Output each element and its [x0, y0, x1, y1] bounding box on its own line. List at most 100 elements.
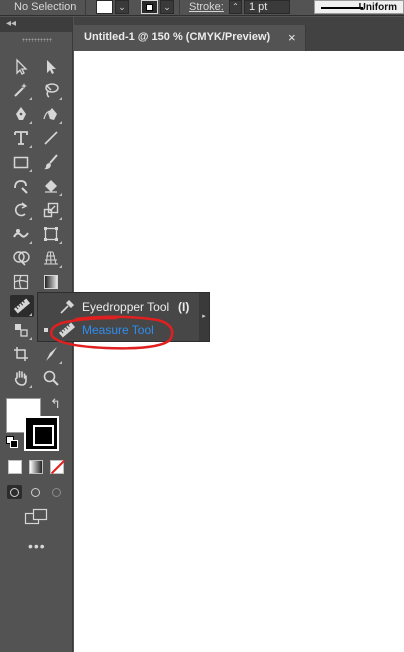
illustrator-window: No Selection ⌄ ⌄ Stroke: ⌃ 1 pt Uniform … — [0, 0, 404, 652]
lasso-icon — [45, 83, 59, 98]
eraser-tool[interactable] — [41, 176, 61, 196]
zoom-tool[interactable] — [41, 368, 61, 388]
tool-group-indicator-icon — [29, 313, 32, 316]
type-tool[interactable] — [11, 128, 31, 148]
line-segment-icon — [44, 131, 58, 145]
stroke-color-swatch[interactable] — [141, 0, 158, 14]
perspective-grid-icon — [44, 251, 58, 265]
stroke-weight-stepper-icon[interactable]: ⌃ — [229, 0, 242, 14]
warp-tool[interactable] — [11, 224, 31, 244]
stroke-profile-line-icon — [321, 7, 363, 9]
hand-tool[interactable] — [11, 368, 31, 388]
change-screen-mode-icon[interactable] — [24, 508, 48, 526]
collapse-chevron-icon[interactable]: ◂◂ — [6, 18, 16, 29]
free-transform-tool[interactable] — [41, 224, 61, 244]
magic-wand-tool[interactable] — [11, 80, 31, 100]
gradient-mode-icon[interactable] — [29, 460, 43, 474]
none-mode-icon[interactable] — [50, 460, 64, 474]
tool-group-indicator-icon — [29, 385, 32, 388]
tools-panel-header: ◂◂ — [0, 17, 72, 32]
shaper-icon — [14, 180, 28, 194]
scale-icon — [43, 202, 59, 218]
draw-normal-icon[interactable] — [7, 485, 22, 499]
document-tab-bar: Untitled-1 @ 150 % (CMYK/Preview) × — [74, 17, 404, 51]
divider — [179, 0, 180, 16]
tool-group-indicator-icon — [59, 241, 62, 244]
fill-color-swatch[interactable] — [96, 0, 113, 14]
curvature-pen-icon — [43, 108, 57, 120]
line-tool[interactable] — [41, 128, 61, 148]
selection-status: No Selection — [14, 1, 77, 13]
close-icon[interactable]: × — [288, 30, 296, 45]
tool-group-indicator-icon — [59, 217, 62, 220]
selection-tool[interactable] — [11, 57, 31, 77]
shape-builder-icon — [13, 251, 30, 266]
tool-group-indicator-icon — [59, 193, 62, 196]
tool-group-indicator-icon — [59, 97, 62, 100]
default-fill-stroke-icon[interactable] — [6, 436, 18, 448]
draw-inside-icon[interactable] — [49, 485, 64, 499]
swap-fill-stroke-icon[interactable]: ↰ — [50, 396, 61, 412]
artboard-icon — [14, 347, 28, 361]
mesh-tool[interactable] — [11, 272, 31, 292]
magnifier-icon — [43, 370, 59, 386]
gradient-icon — [44, 275, 58, 289]
divider — [85, 0, 86, 16]
document-tab[interactable]: Untitled-1 @ 150 % (CMYK/Preview) × — [74, 25, 306, 51]
tool-group-indicator-icon — [59, 361, 62, 364]
tool-group-indicator-icon — [29, 169, 32, 172]
stroke-label[interactable]: Stroke: — [189, 1, 224, 13]
control-bar: No Selection ⌄ ⌄ Stroke: ⌃ 1 pt Uniform — [0, 0, 404, 16]
perspective-grid-tool[interactable] — [41, 248, 61, 268]
paintbrush-tool[interactable] — [41, 152, 61, 172]
tool-group-indicator-icon — [29, 121, 32, 124]
tear-off-expand-icon[interactable]: ▸ — [199, 293, 209, 341]
stroke-swatch[interactable] — [24, 416, 59, 451]
rectangle-tool[interactable] — [11, 152, 31, 172]
tool-group-indicator-icon — [29, 145, 32, 148]
rotate-tool[interactable] — [11, 200, 31, 220]
curvature-tool[interactable] — [41, 104, 61, 124]
arrow-icon — [16, 58, 28, 75]
document-tab-title: Untitled-1 @ 150 % (CMYK/Preview) — [84, 31, 271, 43]
magic-wand-icon — [14, 83, 27, 97]
mesh-icon — [13, 274, 29, 290]
warp-icon — [13, 229, 29, 238]
profile-label: Uniform — [358, 2, 397, 13]
scale-tool[interactable] — [41, 200, 61, 220]
panel-grip-icon[interactable] — [22, 38, 52, 42]
rotate-icon — [14, 202, 28, 217]
blend-tool[interactable] — [11, 320, 31, 340]
tool-group-indicator-icon — [29, 241, 32, 244]
tool-group-indicator-icon — [59, 265, 62, 268]
variable-width-profile-select[interactable]: Uniform — [314, 0, 404, 14]
draw-behind-icon[interactable] — [28, 485, 43, 499]
edit-toolbar-icon[interactable]: ••• — [28, 538, 46, 554]
hand-icon — [14, 370, 27, 386]
white-arrow-icon — [47, 60, 56, 74]
pen-icon — [16, 107, 26, 120]
shape-builder-tool[interactable] — [11, 248, 31, 268]
flyout-item-shortcut: (I) — [178, 300, 190, 314]
eraser-icon — [45, 180, 57, 193]
lasso-tool[interactable] — [41, 80, 61, 100]
tool-group-indicator-icon — [29, 337, 32, 340]
rectangle-icon — [13, 156, 29, 169]
stroke-dropdown-chevron-icon[interactable]: ⌄ — [160, 0, 174, 14]
pen-tool[interactable] — [11, 104, 31, 124]
stroke-weight-field[interactable]: 1 pt — [244, 0, 290, 14]
color-mode-icon[interactable] — [8, 460, 22, 474]
red-annotation-loop — [50, 315, 174, 350]
tool-group-indicator-icon — [29, 217, 32, 220]
paintbrush-icon — [44, 154, 58, 170]
blend-icon — [15, 324, 28, 337]
tool-group-indicator-icon — [29, 97, 32, 100]
tool-group-indicator-icon — [59, 121, 62, 124]
artboard-tool[interactable] — [11, 344, 31, 364]
type-icon — [14, 131, 28, 145]
fill-dropdown-chevron-icon[interactable]: ⌄ — [115, 0, 129, 14]
gradient-tool[interactable] — [41, 272, 61, 292]
shaper-tool[interactable] — [11, 176, 31, 196]
direct-selection-tool[interactable] — [41, 57, 61, 77]
free-transform-icon — [44, 227, 58, 241]
